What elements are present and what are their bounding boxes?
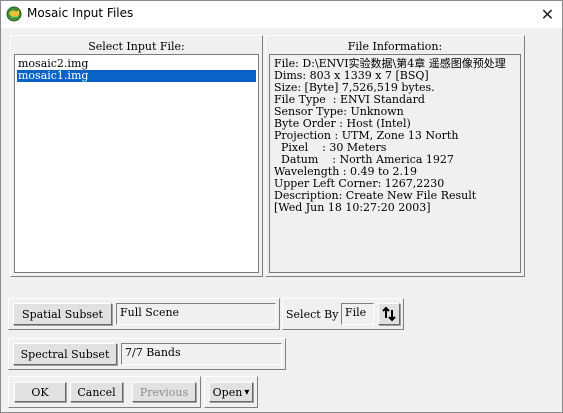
open-button-group: Open ▾ <box>204 376 258 408</box>
cancel-button[interactable]: Cancel <box>70 382 123 402</box>
spectral-subset-group: Spectral Subset 7/7 Bands <box>8 338 286 370</box>
close-button[interactable]: ✕ <box>533 1 562 28</box>
spectral-subset-value: 7/7 Bands <box>121 343 282 365</box>
chevron-down-icon: ▾ <box>244 386 250 398</box>
select-by-group: Select By File <box>282 298 404 330</box>
title-bar: Mosaic Input Files ✕ <box>1 1 562 28</box>
input-file-panel-title: Select Input File: <box>88 40 185 53</box>
open-button-label: Open <box>212 385 243 399</box>
input-file-list[interactable]: mosaic2.img mosaic1.img <box>14 54 259 273</box>
file-info-text: File: D:\ENVI实验数据\第4章 遥感图像预处理 Dims: 803 … <box>269 54 521 273</box>
file-info-panel-title: File Information: <box>347 40 443 53</box>
open-menu-button[interactable]: Open ▾ <box>209 382 253 402</box>
select-by-label: Select By <box>286 308 339 321</box>
action-button-group: OK Cancel Previous <box>8 376 201 408</box>
spatial-subset-button[interactable]: Spatial Subset <box>13 303 112 325</box>
spectral-subset-button[interactable]: Spectral Subset <box>13 343 117 365</box>
window-title: Mosaic Input Files <box>27 6 134 20</box>
mosaic-input-files-dialog: Mosaic Input Files ✕ Select Input File: … <box>0 0 563 413</box>
sort-arrows-icon <box>382 306 396 322</box>
spatial-subset-value: Full Scene <box>116 303 276 325</box>
list-item-mosaic1[interactable]: mosaic1.img <box>17 70 256 82</box>
input-file-panel: Select Input File: mosaic2.img mosaic1.i… <box>10 35 263 277</box>
select-by-toggle-button[interactable] <box>378 303 400 325</box>
close-icon: ✕ <box>540 5 555 24</box>
file-info-line: [Wed Jun 18 10:27:20 2003] <box>274 201 431 214</box>
previous-button[interactable]: Previous <box>132 382 196 402</box>
spatial-subset-group: Spatial Subset Full Scene <box>8 298 280 330</box>
envi-globe-icon <box>6 6 22 22</box>
file-info-panel: File Information: File: D:\ENVI实验数据\第4章 … <box>265 35 525 277</box>
ok-button[interactable]: OK <box>14 382 66 402</box>
select-by-value: File <box>341 303 374 325</box>
